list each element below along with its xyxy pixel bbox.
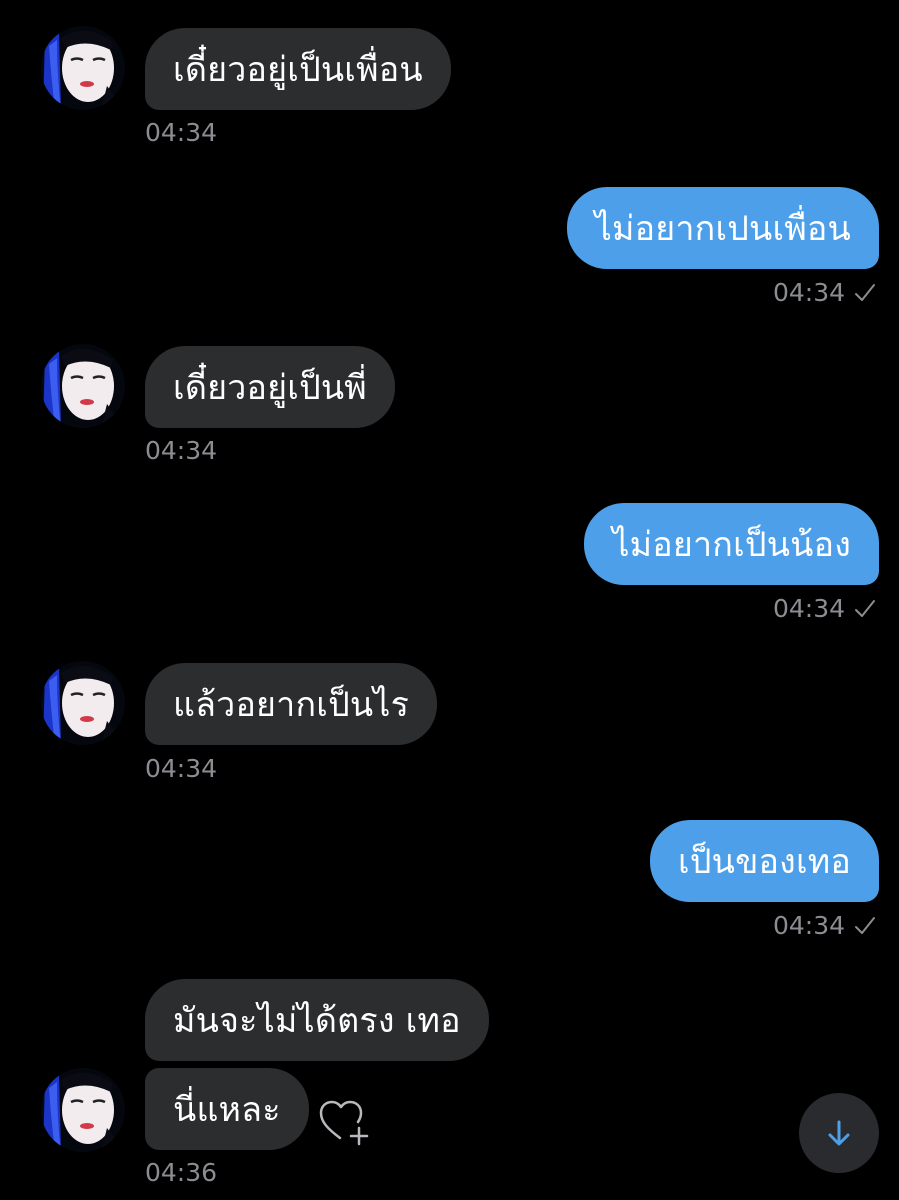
message-timestamp: 04:34 <box>145 754 218 783</box>
message-text: นี่แหละ <box>173 1090 281 1130</box>
avatar-image <box>41 26 125 110</box>
message-bubble-incoming[interactable]: แล้วอยากเป็นไร <box>145 663 438 745</box>
chat-screen: เดี๋ยวอยู่เป็นเพื่อน 04:34 ไม่อยากเปนเพื… <box>0 0 899 1200</box>
heart-plus-icon[interactable] <box>318 1098 374 1148</box>
message-bubble-incoming[interactable]: เดี๋ยวอยู่เป็นพี่ <box>145 346 395 428</box>
arrow-down-icon <box>828 1120 850 1146</box>
message-text: ไม่อยากเปนเพื่อน <box>594 209 851 249</box>
contact-avatar[interactable] <box>41 26 125 110</box>
message-text: ไม่อยากเป็นน้อง <box>612 525 851 565</box>
message-meta: 04:34 <box>773 594 877 623</box>
message-timestamp: 04:34 <box>772 278 845 307</box>
message-bubble-outgoing[interactable]: เป็นของเทอ <box>650 820 879 902</box>
message-bubble-outgoing[interactable]: ไม่อยากเป็นน้อง <box>584 503 879 585</box>
message-timestamp: 04:34 <box>145 436 218 465</box>
message-meta: 04:34 <box>773 278 877 307</box>
message-text: แล้วอยากเป็นไร <box>173 685 410 725</box>
message-timestamp: 04:36 <box>145 1158 218 1187</box>
contact-avatar[interactable] <box>41 344 125 428</box>
message-meta: 04:34 <box>773 911 877 940</box>
avatar-image <box>41 661 125 745</box>
scroll-to-bottom-button[interactable] <box>799 1093 879 1173</box>
avatar-image <box>41 344 125 428</box>
message-text: มันจะไม่ได้ตรง เทอ <box>173 1001 461 1041</box>
message-timestamp: 04:34 <box>772 911 845 940</box>
message-timestamp: 04:34 <box>145 118 218 147</box>
message-bubble-outgoing[interactable]: ไม่อยากเปนเพื่อน <box>566 187 879 269</box>
checkmark-icon <box>855 599 875 617</box>
checkmark-icon <box>855 283 875 301</box>
checkmark-icon <box>855 916 875 934</box>
message-text: เดี๋ยวอยู่เป็นเพื่อน <box>173 50 423 90</box>
avatar-image <box>41 1068 125 1152</box>
message-text: เดี๋ยวอยู่เป็นพี่ <box>173 368 367 408</box>
message-text: เป็นของเทอ <box>678 842 851 882</box>
message-timestamp: 04:34 <box>772 594 845 623</box>
message-bubble-incoming[interactable]: มันจะไม่ได้ตรง เทอ <box>145 979 489 1061</box>
message-bubble-incoming[interactable]: นี่แหละ <box>145 1068 309 1150</box>
contact-avatar[interactable] <box>41 1068 125 1152</box>
contact-avatar[interactable] <box>41 661 125 745</box>
message-bubble-incoming[interactable]: เดี๋ยวอยู่เป็นเพื่อน <box>145 28 451 110</box>
